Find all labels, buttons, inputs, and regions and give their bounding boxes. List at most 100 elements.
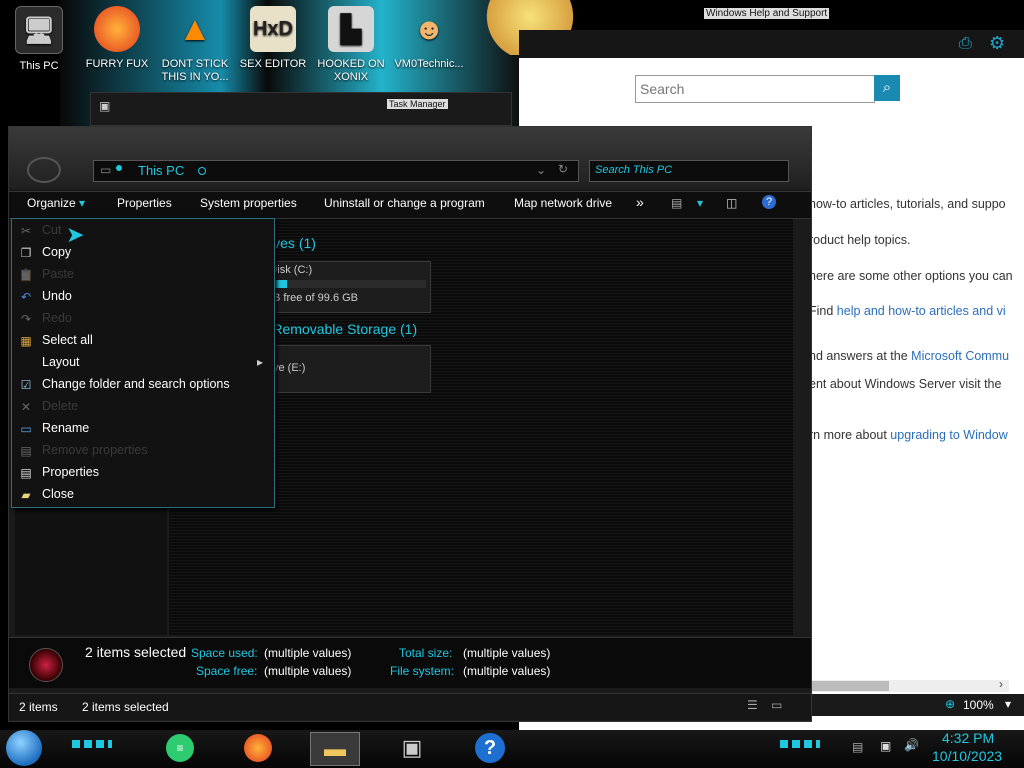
network-icon[interactable]: ▣	[880, 739, 891, 753]
help-search-box[interactable]	[635, 75, 875, 103]
desktop-icon-vm0[interactable]: ☻ VM0Technic...	[392, 6, 466, 71]
taskbar-app-task-manager[interactable]: ▣	[388, 732, 436, 764]
drive-selection-icon	[29, 648, 63, 682]
menu-item-folder-options[interactable]: ☑ Change folder and search options	[12, 374, 274, 396]
remove-properties-icon: ▤	[20, 444, 32, 458]
help-window-title: Windows Help and Support	[704, 8, 830, 19]
desktop-icon-label: FURRY FUX	[85, 58, 149, 70]
show-desktop-icon[interactable]: ▤	[852, 740, 863, 754]
desktop-icon-label: HOOKED ON XONIX	[317, 58, 385, 83]
menu-item-select-all[interactable]: ▦ Select all	[12, 330, 274, 352]
help-icon[interactable]: ?	[762, 195, 776, 209]
desktop-icon-this-pc[interactable]: 🖥 This PC	[2, 6, 76, 73]
paste-icon: 📋	[18, 268, 34, 282]
status-bar: 2 items 2 items selected ☰ ▭	[9, 693, 811, 720]
details-view-icon[interactable]: ☰	[747, 698, 758, 712]
menu-item-paste[interactable]: 📋 Paste	[12, 264, 274, 286]
desktop-icon-xonix[interactable]: ▙ HOOKED ON XONIX	[314, 6, 388, 84]
clock-time[interactable]: 4:32 PM	[942, 730, 994, 746]
system-properties-button[interactable]: System properties	[200, 196, 297, 210]
view-options-icon[interactable]: ▤	[671, 196, 682, 210]
firefox-icon	[244, 734, 272, 762]
clock-date[interactable]: 10/10/2023	[932, 748, 1002, 764]
space-used-label: Space used:	[191, 646, 258, 660]
file-system-value: (multiple values)	[463, 664, 551, 678]
task-manager-icon: ▣	[99, 99, 111, 113]
refresh-icon[interactable]: ↻	[558, 162, 568, 176]
search-button[interactable]: ⌕	[874, 75, 900, 101]
help-line: here are some other options you can	[809, 269, 1013, 283]
task-manager-window[interactable]: ▣ Task Manager	[90, 92, 512, 126]
undo-icon: ↶	[20, 290, 32, 304]
search-icon: ⌕	[882, 79, 892, 96]
hxd-editor-icon: HxD	[250, 6, 296, 52]
print-icon[interactable]: ⎙	[959, 35, 972, 53]
preview-pane-icon[interactable]: ◫	[726, 196, 737, 210]
chevron-down-icon[interactable]: ▾	[1005, 697, 1011, 711]
help-search-input[interactable]	[638, 78, 870, 100]
settings-gear-icon[interactable]: ⚙	[989, 33, 1005, 54]
status-item-count: 2 items	[19, 700, 58, 714]
menu-item-layout[interactable]: Layout ▸	[12, 352, 274, 374]
menu-item-properties[interactable]: ▤ Properties	[12, 462, 274, 484]
upgrade-link[interactable]: upgrading to Window	[890, 428, 1007, 442]
computer-icon: 🖥	[15, 6, 63, 54]
properties-button[interactable]: Properties	[117, 196, 172, 210]
desktop-icon-sex-editor[interactable]: HxD SEX EDITOR	[236, 6, 310, 71]
details-pane: 2 items selected Space used: (multiple v…	[9, 637, 811, 688]
menu-item-remove-properties[interactable]: ▤ Remove properties	[12, 440, 274, 462]
taskbar-app-explorer[interactable]: ▬	[310, 732, 360, 766]
rename-icon: ▭	[20, 422, 32, 436]
menu-item-close[interactable]: ▰ Close	[12, 484, 274, 506]
help-line: Find help and how-to articles and vi	[809, 304, 1006, 318]
file-explorer-icon: ▬	[324, 736, 346, 761]
help-line: ent about Windows Server visit the	[809, 377, 1002, 391]
help-line: how-to articles, tutorials, and suppo	[809, 197, 1006, 211]
desktop-icon-vlc[interactable]: ▲ DONT STICK THIS IN YO...	[158, 6, 232, 84]
address-dropdown-icon[interactable]: ⌄	[536, 163, 546, 177]
menu-item-redo[interactable]: ↷ Redo	[12, 308, 274, 330]
selection-count: 2 items selected	[85, 644, 187, 660]
explorer-search-box[interactable]: Search This PC	[589, 160, 789, 182]
volume-icon[interactable]: 🔊	[904, 738, 919, 752]
menu-item-delete[interactable]: ✕ Delete	[12, 396, 274, 418]
address-bar[interactable]: ▭ This PC ⌄ ↻	[93, 160, 579, 182]
chevron-right-icon[interactable]: ›	[999, 677, 1003, 691]
scrollbar-thumb[interactable]	[809, 681, 889, 691]
menu-item-copy[interactable]: ❐ Copy	[12, 242, 274, 264]
zoom-level[interactable]: 100%	[963, 698, 994, 712]
taskbar-app-notes[interactable]: ≡	[156, 732, 204, 764]
help-line: rn more about upgrading to Window	[809, 428, 1008, 442]
organize-button[interactable]: Organize ▾	[27, 196, 85, 210]
desktop-icon-label: SEX EDITOR	[239, 58, 307, 70]
chevron-down-icon: ▾	[79, 196, 86, 210]
start-orb-icon[interactable]	[6, 730, 42, 766]
horizontal-scrollbar[interactable]: ›	[809, 677, 1009, 692]
folder-options-icon: ☑	[20, 378, 32, 392]
taskbar-app-firefox[interactable]	[234, 732, 282, 764]
select-all-icon: ▦	[20, 334, 32, 348]
menu-item-rename[interactable]: ▭ Rename	[12, 418, 274, 440]
menu-item-undo[interactable]: ↶ Undo	[12, 286, 274, 308]
taskbar-app-help[interactable]: ?	[466, 732, 514, 764]
back-forward-orb-icon[interactable]	[27, 157, 61, 183]
help-question-icon: ?	[475, 733, 505, 763]
large-icons-view-icon[interactable]: ▭	[771, 698, 782, 712]
properties-icon: ▤	[20, 466, 32, 480]
desktop-icon-label: VM0Technic...	[394, 58, 464, 70]
desktop-icon-furry-fux[interactable]: FURRY FUX	[80, 6, 154, 71]
file-system-label: File system:	[390, 664, 455, 678]
vlc-cone-icon: ▲	[178, 9, 212, 48]
task-manager-title: Task Manager	[387, 99, 448, 109]
breadcrumb-this-pc[interactable]: This PC	[138, 163, 184, 178]
more-commands-button[interactable]: »	[636, 194, 644, 210]
desktop-icon-label: DONT STICK THIS IN YO...	[161, 58, 229, 83]
community-link[interactable]: Microsoft Commu	[911, 349, 1009, 363]
help-line: roduct help topics.	[809, 233, 911, 247]
breadcrumb-chevron-icon[interactable]	[198, 167, 206, 175]
menu-item-cut[interactable]: ✂ Cut	[12, 220, 274, 242]
uninstall-program-button[interactable]: Uninstall or change a program	[324, 196, 485, 210]
help-videos-link[interactable]: help and how-to articles and vi	[837, 304, 1006, 318]
map-network-drive-button[interactable]: Map network drive	[514, 196, 612, 210]
chevron-down-icon[interactable]: ▾	[697, 196, 703, 210]
